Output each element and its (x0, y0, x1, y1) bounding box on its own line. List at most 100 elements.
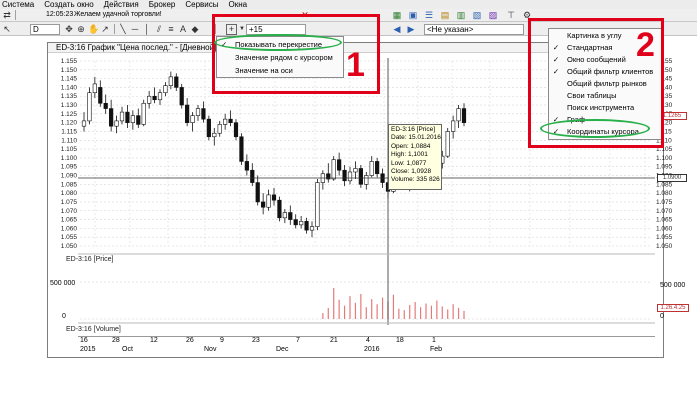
price-tick-left: 1.075 (61, 199, 78, 206)
date-day: 18 (396, 337, 404, 344)
candle-body (136, 115, 141, 125)
candle-body (461, 108, 467, 123)
price-tick-right: 1.080 (656, 190, 673, 197)
candle-body (255, 182, 260, 203)
candle-body (228, 118, 233, 123)
candle-body (92, 83, 97, 94)
price-tick-left: 1.140 (61, 84, 78, 91)
candle-body (347, 171, 353, 182)
annotation-oval-2 (540, 119, 650, 138)
candle-body (212, 132, 217, 138)
candle-body (114, 120, 119, 127)
candle-body (163, 85, 168, 94)
candle-body (233, 122, 239, 138)
candle-body (157, 92, 163, 101)
tooltip-close: Close: 1,0928 (391, 168, 432, 176)
candle-body (87, 92, 92, 122)
price-tick-left: 1.065 (61, 217, 78, 224)
price-tick-right: 1.050 (656, 243, 673, 250)
price-tick-left: 1.155 (61, 58, 78, 65)
date-day: 7 (296, 337, 300, 344)
price-tick-left: 1.145 (61, 76, 78, 83)
price-tick-right: 1.065 (656, 217, 673, 224)
annotation-oval-1 (214, 34, 342, 51)
candle-body (195, 108, 201, 116)
price-tick-left: 1.055 (61, 234, 78, 241)
annotation-number-1: 1 (346, 46, 365, 84)
crosshair-price-tag: 1.0900 (657, 174, 687, 182)
volume-axis-right-zero: 0 (660, 313, 664, 320)
price-tick-left: 1.115 (61, 128, 77, 135)
candle-body (277, 199, 282, 219)
volume-axis-left-zero: 0 (62, 313, 66, 320)
tooltip-date: Date: 15.01.2016 (391, 134, 441, 142)
tooltip-low: Low: 1,0877 (391, 159, 427, 167)
price-tick-right: 1.060 (656, 225, 673, 232)
candle-body (261, 201, 266, 208)
candle-body (331, 159, 336, 180)
price-tick-left: 1.120 (61, 120, 78, 127)
candle-body (445, 131, 450, 157)
candle-body (147, 95, 152, 104)
candle-body (130, 115, 135, 123)
date-month: Dec (276, 346, 289, 353)
candle-body (152, 95, 157, 101)
price-tick-right: 1.070 (656, 208, 673, 215)
date-day: 4 (366, 337, 370, 344)
date-month: 2015 (80, 346, 96, 353)
tooltip-volume: Volume: 335 826 (391, 176, 440, 184)
candle-body (239, 136, 244, 162)
candle-body (342, 169, 347, 182)
price-tick-right: 1.100 (656, 155, 673, 162)
candle-body (369, 161, 374, 176)
date-day: 28 (112, 337, 120, 344)
price-tick-left: 1.125 (61, 111, 78, 118)
price-tick-left: 1.135 (61, 93, 78, 100)
tooltip-title: ED-3:16 [Price] (391, 126, 436, 133)
candle-body (375, 161, 380, 175)
cursor-tooltip: ED-3:16 [Price] Date: 15.01.2016 Open: 1… (388, 124, 442, 190)
price-tick-left: 1.060 (61, 225, 78, 232)
date-day: 16 (80, 337, 88, 344)
price-tick-left: 1.050 (61, 243, 78, 250)
volume-axis-left-top: 500 000 (50, 280, 76, 287)
tooltip-high: High: 1,1001 (391, 151, 428, 159)
candle-body (174, 76, 179, 88)
price-tick-left: 1.080 (61, 190, 78, 197)
candle-body (250, 169, 255, 183)
date-month: Feb (430, 346, 443, 353)
date-day: 21 (330, 337, 338, 344)
candle-body (190, 115, 195, 123)
candle-body (271, 194, 277, 201)
price-pane-label: ED-3:16 [Price] (66, 256, 114, 263)
date-month: 2016 (364, 346, 380, 353)
candle-body (266, 194, 271, 208)
date-day: 12 (150, 337, 158, 344)
candle-body (103, 102, 108, 109)
candle-body (456, 108, 461, 122)
candle-body (168, 76, 173, 86)
candle-body (309, 226, 315, 231)
candle-body (337, 159, 342, 171)
candle-body (304, 221, 309, 231)
candle-body (217, 124, 222, 134)
annotation-number-2: 2 (636, 26, 655, 64)
candle-body (125, 111, 130, 123)
price-tick-left: 1.070 (61, 208, 78, 215)
date-day: 26 (186, 337, 194, 344)
price-tick-left: 1.110 (61, 137, 77, 144)
candle-body (364, 175, 369, 185)
price-tick-left: 1.105 (61, 146, 78, 153)
date-month: Oct (122, 346, 133, 353)
candle-body (244, 161, 249, 171)
candle-body (185, 104, 190, 123)
candle-body (119, 111, 125, 122)
price-tick-left: 1.150 (61, 67, 78, 74)
candle-body (81, 120, 87, 127)
candle-body (353, 168, 358, 173)
candle-body (282, 212, 287, 219)
price-tick-left: 1.100 (61, 155, 78, 162)
price-tick-right: 1.095 (656, 164, 673, 171)
tooltip-open: Open: 1,0884 (391, 142, 431, 150)
candle-body (98, 87, 103, 104)
